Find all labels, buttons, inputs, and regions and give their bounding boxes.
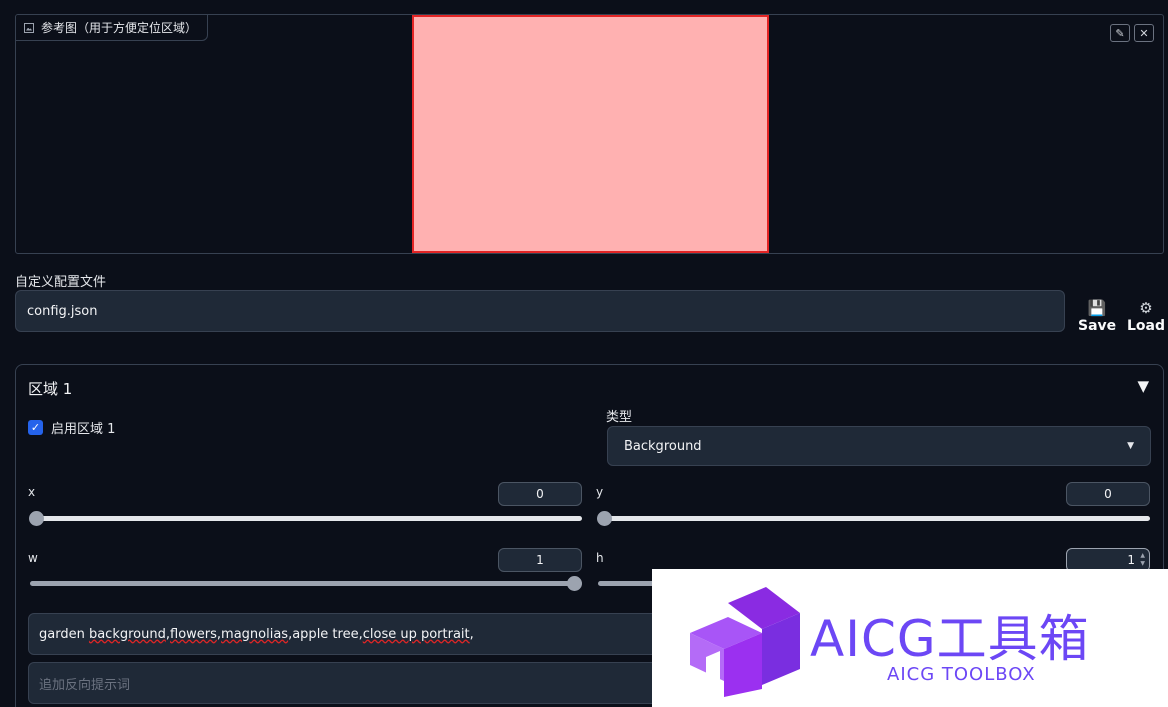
reference-image-label: 参考图（用于方便定位区域）: [16, 15, 208, 41]
enable-region-checkbox-row[interactable]: ✓ 启用区域 1: [28, 418, 115, 437]
slider-y-thumb[interactable]: [597, 511, 612, 526]
slider-x-number[interactable]: 0: [498, 482, 582, 506]
image-icon: [24, 22, 34, 33]
enable-region-label: 启用区域 1: [51, 422, 116, 437]
save-button-label: Save: [1078, 318, 1117, 334]
enable-region-checkbox[interactable]: ✓: [28, 420, 43, 435]
region-prompt-text: garden background,flowers,magnolias,appl…: [39, 626, 474, 642]
caret-down-icon: ▼: [1127, 441, 1134, 451]
slider-x-track[interactable]: [30, 516, 582, 521]
slider-h-number-value: 1: [1127, 553, 1135, 567]
slider-h-label: h: [596, 551, 604, 565]
pencil-icon[interactable]: ✎: [1110, 24, 1130, 42]
close-icon[interactable]: ✕: [1134, 24, 1154, 42]
reference-region-box[interactable]: [412, 15, 769, 253]
slider-y-number[interactable]: 0: [1066, 482, 1150, 506]
slider-y-track[interactable]: [598, 516, 1150, 521]
slider-y-label: y: [596, 485, 604, 499]
config-file-input[interactable]: [15, 290, 1065, 332]
triangle-down-icon[interactable]: ▼: [1137, 377, 1149, 395]
slider-x-label: x: [28, 485, 36, 499]
load-button-label: Load: [1127, 318, 1166, 334]
slider-w-track[interactable]: [30, 581, 582, 586]
region-title[interactable]: 区域 1: [28, 378, 72, 399]
slider-w-number[interactable]: 1: [498, 548, 582, 572]
load-button[interactable]: ⚙ Load: [1127, 300, 1165, 334]
slider-x-thumb[interactable]: [29, 511, 44, 526]
reference-image-panel[interactable]: 参考图（用于方便定位区域） ✎ ✕: [15, 14, 1164, 254]
type-dropdown[interactable]: Background ▼: [607, 426, 1151, 466]
save-button[interactable]: 💾 Save: [1078, 300, 1116, 334]
slider-w-label: w: [28, 551, 38, 565]
floppy-disk-icon: 💾: [1087, 299, 1107, 317]
reference-image-label-text: 参考图（用于方便定位区域）: [41, 21, 198, 35]
aicg-logo-icon: [690, 587, 800, 697]
slider-w-thumb[interactable]: [567, 576, 582, 591]
spinner-arrows-icon[interactable]: ▲ ▼: [1140, 552, 1145, 568]
watermark-overlay: AICG工具箱 AICG TOOLBOX: [652, 569, 1168, 707]
watermark-title: AICG工具箱: [810, 610, 1090, 668]
watermark-subtitle: AICG TOOLBOX: [887, 664, 1036, 685]
type-dropdown-value: Background: [624, 438, 702, 454]
type-label: 类型: [606, 410, 633, 425]
reference-tools: ✎ ✕: [1110, 24, 1154, 42]
gear-icon: ⚙: [1139, 299, 1153, 317]
config-file-label: 自定义配置文件: [15, 275, 107, 290]
